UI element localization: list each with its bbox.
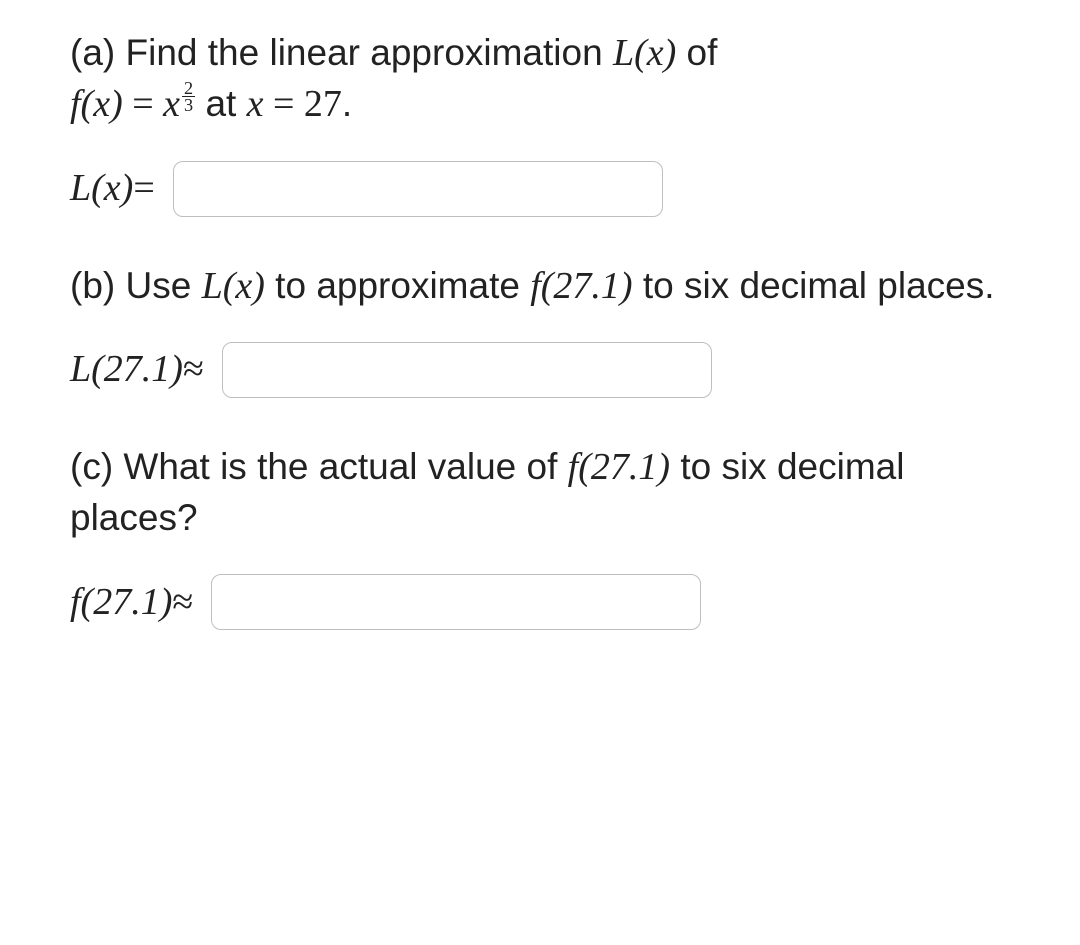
part-b-answer-label: L(27.1) ≈ — [70, 344, 204, 395]
part-c: (c) What is the actual value of f(27.1) … — [70, 442, 1020, 631]
part-a-answer-rel: = — [133, 163, 154, 214]
part-c-answer-label: f(27.1) ≈ — [70, 577, 193, 628]
part-b-input[interactable] — [222, 342, 712, 398]
part-a-text-of: of — [676, 32, 717, 73]
part-c-text-1: What is the actual value of — [113, 446, 568, 487]
part-a-prompt: (a) Find the linear approximation L(x) o… — [70, 28, 1020, 131]
part-a-text-1: Find the linear approximation — [115, 32, 613, 73]
part-a-input[interactable] — [173, 161, 663, 217]
part-a-base: x — [163, 83, 180, 125]
part-a-period: . — [342, 83, 352, 124]
part-b: (b) Use L(x) to approximate f(27.1) to s… — [70, 261, 1020, 398]
part-a-Lx: L(x) — [613, 32, 676, 74]
part-a-at: at — [195, 83, 246, 124]
part-c-prompt: (c) What is the actual value of f(27.1) … — [70, 442, 1020, 545]
part-a-fx: f(x) — [70, 83, 123, 125]
part-a-xeq: x = 27 — [247, 83, 342, 125]
part-a-answer-row: L(x) = — [70, 161, 1020, 217]
part-c-fval: f(27.1) — [568, 446, 670, 488]
part-b-text-1: Use — [115, 265, 201, 306]
part-c-input[interactable] — [211, 574, 701, 630]
part-b-fval: f(27.1) — [530, 265, 632, 307]
part-c-answer-f: f(27.1) — [70, 577, 172, 628]
part-a: (a) Find the linear approximation L(x) o… — [70, 28, 1020, 217]
part-b-text-2: to approximate — [265, 265, 530, 306]
part-c-answer-row: f(27.1) ≈ — [70, 574, 1020, 630]
part-b-answer-rel: ≈ — [183, 344, 204, 395]
part-a-exp-den: 3 — [182, 97, 195, 113]
part-a-eq: = — [123, 83, 163, 125]
part-b-text-3: to six decimal places. — [633, 265, 995, 306]
part-b-prompt: (b) Use L(x) to approximate f(27.1) to s… — [70, 261, 1020, 312]
part-a-label: (a) — [70, 32, 115, 73]
part-b-Lx: L(x) — [202, 265, 265, 307]
part-b-answer-L: L(27.1) — [70, 344, 183, 395]
part-b-label: (b) — [70, 265, 115, 306]
part-c-label: (c) — [70, 446, 113, 487]
part-a-answer-label: L(x) = — [70, 163, 155, 214]
part-b-answer-row: L(27.1) ≈ — [70, 342, 1020, 398]
part-c-answer-rel: ≈ — [172, 577, 193, 628]
part-a-answer-Lx: L(x) — [70, 163, 133, 214]
part-a-exponent: 23 — [182, 80, 195, 114]
